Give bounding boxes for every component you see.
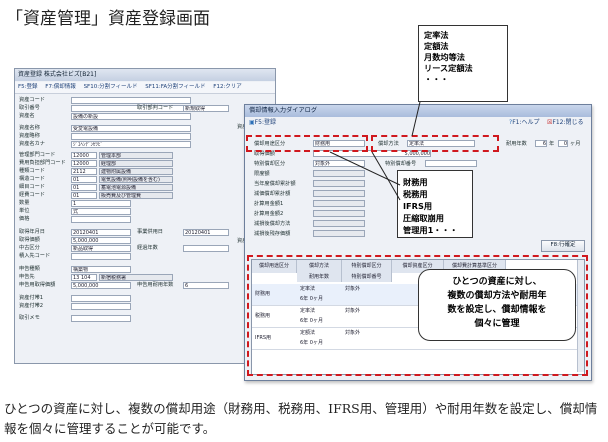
page-caption: ひとつの資産に対し、複数の償却用途（財務用、税務用、IFRS用、管理用）や耐用年… <box>4 401 598 436</box>
explanation-bubble: ひとつの資産に対し、 複数の償却方法や耐用年 数を設定し、償却情報を 個々に管理 <box>418 269 576 341</box>
bubble-line: 複数の償却方法や耐用年 <box>447 291 547 301</box>
connector-lines <box>329 101 421 201</box>
bubble-line: ひとつの資産に対し、 <box>452 277 542 287</box>
bubble-line: 個々に管理 <box>474 319 520 329</box>
bubble-line: 数を設定し、償却情報を <box>447 305 547 315</box>
